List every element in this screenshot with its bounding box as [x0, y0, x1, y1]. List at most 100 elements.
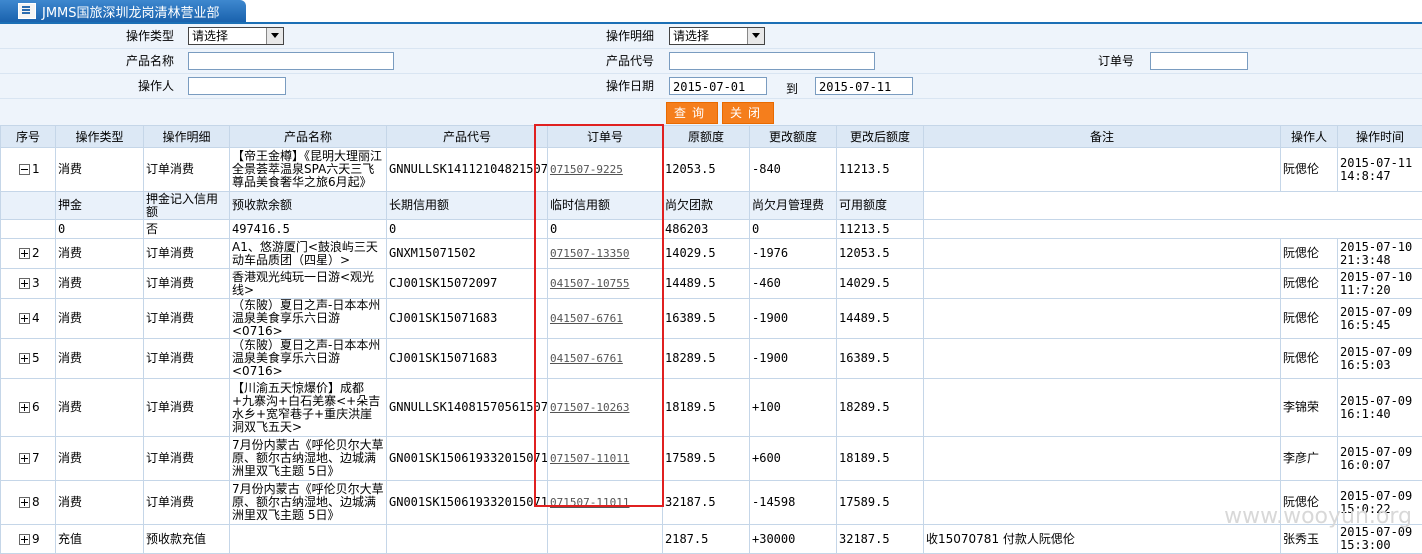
product-name-label: 产品名称: [110, 49, 174, 73]
detail-cell: 订单消费: [144, 437, 230, 481]
collapse-icon[interactable]: [19, 164, 30, 175]
credit-value-cell: 0: [750, 220, 837, 239]
operator-input[interactable]: [188, 77, 286, 95]
op-detail-select[interactable]: 请选择: [669, 27, 765, 45]
expand-icon[interactable]: [19, 534, 30, 545]
col-header[interactable]: 更改后额度: [837, 126, 924, 148]
product-name-input[interactable]: [188, 52, 394, 70]
original-amount-cell: 18289.5: [663, 339, 750, 379]
row-number: 3: [32, 276, 40, 290]
date-to-input[interactable]: 2015-07-11: [815, 77, 913, 95]
filter-row-2: 产品名称 产品代号 订单号: [0, 49, 1422, 74]
after-amount-cell: 18289.5: [837, 379, 924, 437]
date-to-label: 到: [780, 77, 798, 101]
expand-icon[interactable]: [19, 497, 30, 508]
row-number: 7: [32, 451, 40, 465]
type-cell: 消费: [56, 269, 144, 299]
table-row: 6消费订单消费【川渝五天惊爆价】成都+九寨沟+白石羌寨<+朵吉水乡+宽窄巷子+重…: [1, 379, 1422, 437]
order-link[interactable]: 041507-6761: [550, 352, 623, 365]
after-amount-cell: 14489.5: [837, 299, 924, 339]
order-cell: 071507-9225: [548, 148, 663, 192]
order-cell: 041507-10755: [548, 269, 663, 299]
after-amount-cell: 17589.5: [837, 481, 924, 525]
expand-icon[interactable]: [19, 278, 30, 289]
row-number-cell[interactable]: 9: [1, 525, 56, 554]
row-number-cell[interactable]: 4: [1, 299, 56, 339]
row-number-cell[interactable]: 3: [1, 269, 56, 299]
row-number-cell[interactable]: 1: [1, 148, 56, 192]
expand-icon[interactable]: [19, 313, 30, 324]
row-number-cell[interactable]: 2: [1, 239, 56, 269]
col-header[interactable]: 操作明细: [144, 126, 230, 148]
date-from-input[interactable]: 2015-07-01: [669, 77, 767, 95]
order-cell: 041507-6761: [548, 339, 663, 379]
credit-value-cell: 0: [387, 220, 548, 239]
product-code-cell: GNNULLSK140815705615071301: [387, 379, 548, 437]
op-type-value: 请选择: [192, 29, 228, 43]
detail-cell: 订单消费: [144, 379, 230, 437]
col-header[interactable]: 序号: [1, 126, 56, 148]
detail-cell: 订单消费: [144, 481, 230, 525]
tab-branch[interactable]: JMMS国旅深圳龙岗清林营业部: [0, 0, 246, 22]
order-link[interactable]: 071507-10263: [550, 401, 629, 414]
query-button[interactable]: 查询: [666, 102, 718, 124]
row-number-cell[interactable]: 5: [1, 339, 56, 379]
note-cell: [924, 239, 1281, 269]
product-name-cell: 7月份内蒙古《呼伦贝尔大草原、额尔古纳湿地、边城满洲里双飞主题 5日》: [230, 481, 387, 525]
note-cell: [924, 269, 1281, 299]
close-button[interactable]: 关闭: [722, 102, 774, 124]
after-amount-cell: 11213.5: [837, 148, 924, 192]
spacer-cell: [924, 192, 1422, 220]
expand-icon[interactable]: [19, 353, 30, 364]
product-name-cell: 【川渝五天惊爆价】成都+九寨沟+白石羌寨<+朵吉水乡+宽窄巷子+重庆洪崖洞双飞五…: [230, 379, 387, 437]
col-header[interactable]: 原额度: [663, 126, 750, 148]
order-link[interactable]: 041507-6761: [550, 312, 623, 325]
col-header[interactable]: 产品名称: [230, 126, 387, 148]
change-amount-cell: -1900: [750, 299, 837, 339]
order-link[interactable]: 071507-9225: [550, 163, 623, 176]
after-amount-cell: 12053.5: [837, 239, 924, 269]
product-code-cell: CJ001SK15071683: [387, 339, 548, 379]
product-name-cell: A1、悠游厦门<鼓浪屿三天动车品质团（四星）>: [230, 239, 387, 269]
row-number-cell[interactable]: 7: [1, 437, 56, 481]
product-code-cell: CJ001SK15071683: [387, 299, 548, 339]
operator-cell: 阮偲伦: [1281, 269, 1338, 299]
change-amount-cell: -14598: [750, 481, 837, 525]
order-no-input[interactable]: [1150, 52, 1248, 70]
col-header[interactable]: 操作类型: [56, 126, 144, 148]
order-cell: 071507-13350: [548, 239, 663, 269]
table-row: 4消费订单消费（东陂）夏日之声-日本本州温泉美食享乐六日游<0716>CJ001…: [1, 299, 1422, 339]
original-amount-cell: 14489.5: [663, 269, 750, 299]
col-header[interactable]: 备注: [924, 126, 1281, 148]
col-header[interactable]: 更改额度: [750, 126, 837, 148]
after-amount-cell: 16389.5: [837, 339, 924, 379]
operator-cell: 李彦广: [1281, 437, 1338, 481]
order-no-label: 订单号: [1070, 49, 1134, 73]
credit-value-cell: 0: [548, 220, 663, 239]
table-row: 1消费订单消费【帝王金樽】《昆明大理丽江全景荟萃温泉SPA六天三飞尊品美食奢华之…: [1, 148, 1422, 192]
order-link[interactable]: 071507-13350: [550, 247, 629, 260]
order-link[interactable]: 071507-11011: [550, 496, 629, 509]
product-code-input[interactable]: [669, 52, 875, 70]
row-number: 6: [32, 400, 40, 414]
type-cell: 消费: [56, 437, 144, 481]
expand-icon[interactable]: [19, 248, 30, 259]
expand-icon[interactable]: [19, 453, 30, 464]
credit-subheader-cell: 临时信用额: [548, 192, 663, 220]
order-link[interactable]: 071507-11011: [550, 452, 629, 465]
col-header[interactable]: 操作人: [1281, 126, 1338, 148]
col-header[interactable]: 订单号: [548, 126, 663, 148]
product-name-cell: 【帝王金樽】《昆明大理丽江全景荟萃温泉SPA六天三飞尊品美食奢华之旅6月起》: [230, 148, 387, 192]
op-type-select[interactable]: 请选择: [188, 27, 284, 45]
time-cell: 2015-07-10 21:3:48: [1338, 239, 1422, 269]
credit-value-cell: 497416.5: [230, 220, 387, 239]
col-header[interactable]: 产品代号: [387, 126, 548, 148]
col-header[interactable]: 操作时间: [1338, 126, 1422, 148]
date-label: 操作日期: [590, 74, 654, 98]
row-number-cell[interactable]: 6: [1, 379, 56, 437]
row-number: 5: [32, 351, 40, 365]
expand-icon[interactable]: [19, 402, 30, 413]
order-link[interactable]: 041507-10755: [550, 277, 629, 290]
detail-cell: 订单消费: [144, 339, 230, 379]
row-number-cell[interactable]: 8: [1, 481, 56, 525]
